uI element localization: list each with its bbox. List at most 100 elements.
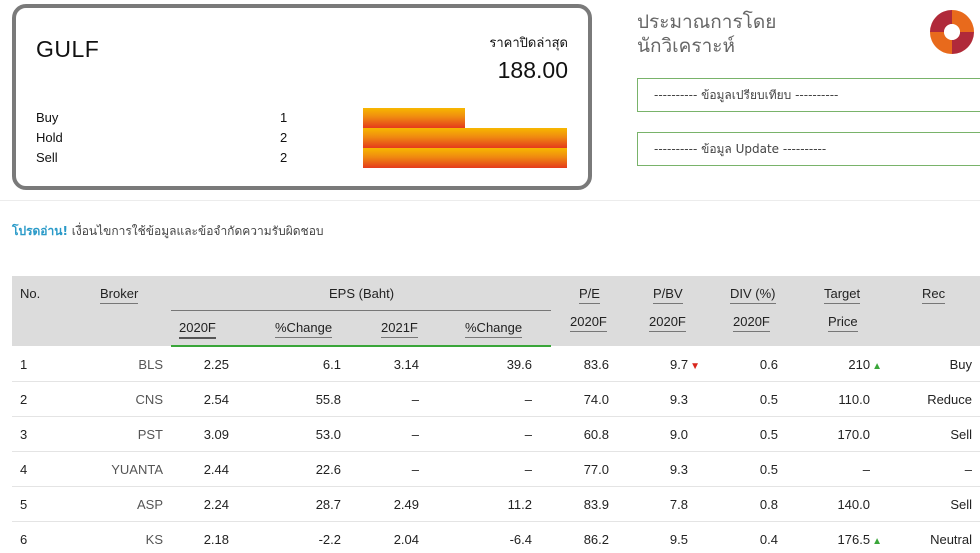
cell-eps2020-value: 2.44 [203, 462, 229, 477]
cell-rec-value: Sell [950, 497, 972, 512]
cell-eps2021-value: 2.49 [393, 497, 419, 512]
cell-eps2021: 2.49 [394, 497, 419, 512]
col-header-broker[interactable]: Broker [100, 286, 139, 304]
cell-eps2020: 2.25 [204, 357, 229, 372]
cell-pe: 83.6 [584, 357, 609, 372]
update-data-link[interactable]: ---------- ข้อมูล Update ---------- [637, 132, 980, 166]
cell-eps2020: 3.09 [204, 427, 229, 442]
cell-eps2020-value: 3.09 [203, 427, 229, 442]
col-header-eps: EPS (Baht) [329, 286, 395, 301]
col-header-eps-2021[interactable]: 2021F [381, 320, 418, 338]
cell-eps2021: – [412, 392, 419, 407]
col-header-target-price: Price [828, 314, 858, 332]
cell-chg2021-value: -6.4 [509, 532, 532, 547]
cell-div-value: 0.5 [759, 427, 778, 442]
vote-count: 2 [280, 130, 288, 145]
cell-target-value: 176.5 [837, 532, 871, 547]
cell-pe-value: 86.2 [583, 532, 609, 547]
col-header-rec[interactable]: Rec [922, 286, 946, 304]
vote-label: Sell [36, 150, 58, 165]
col-header-target[interactable]: Target [824, 286, 861, 304]
stock-symbol: GULF [36, 36, 100, 62]
cell-target: 210 ▲ [848, 357, 882, 372]
cell-target-value: 110.0 [838, 392, 870, 407]
cell-broker[interactable]: PST [138, 427, 163, 442]
table-row: 5 ASP 2.24 28.7 2.49 11.2 83.9 7.8 0.8 140.0 Sell [12, 487, 980, 522]
cell-eps2021-value: 3.14 [393, 357, 419, 372]
cell-div: 0.5 [760, 427, 778, 442]
cell-no-value: 6 [20, 532, 28, 547]
cell-broker[interactable]: ASP [137, 497, 163, 512]
cell-eps2020-value: 2.18 [203, 532, 229, 547]
notice-highlight[interactable]: โปรดอ่าน! [12, 224, 68, 238]
cell-broker[interactable]: BLS [138, 357, 163, 372]
col-header-eps-2020[interactable]: 2020F [179, 320, 216, 339]
col-header-div-year: 2020F [733, 314, 770, 332]
cell-rec: – [965, 462, 972, 477]
cell-pbv-value: 9.7 [670, 357, 689, 372]
cell-target: – [863, 462, 870, 477]
cell-eps2020: 2.44 [204, 462, 229, 477]
consensus-summary-card: GULF ราคาปิดล่าสุด 188.00 Buy 1 Hold 2 S… [12, 4, 592, 190]
table-row: 3 PST 3.09 53.0 – – 60.8 9.0 0.5 170.0 Sell [12, 417, 980, 452]
cell-chg2020-value: 53.0 [315, 427, 341, 442]
cell-broker-value: YUANTA [111, 462, 163, 477]
cell-rec: Sell [950, 427, 972, 442]
cell-target: 110.0 [838, 392, 870, 407]
col-header-no: No. [20, 286, 41, 301]
cell-no: 6 [20, 532, 27, 547]
title-line-1: ประมาณการโดย [637, 11, 777, 33]
cell-broker-value: PST [137, 427, 163, 442]
vote-count: 1 [280, 110, 288, 125]
col-header-pe[interactable]: P/E [579, 286, 600, 304]
close-price-label: ราคาปิดล่าสุด [489, 35, 568, 50]
disclaimer-notice[interactable]: โปรดอ่าน! เงื่อนไขการใช้ข้อมูลและข้อจำกั… [12, 222, 324, 241]
cell-pbv: 9.5 [670, 532, 688, 547]
cell-chg2020-value: -2.2 [318, 532, 341, 547]
cell-pe: 83.9 [584, 497, 609, 512]
cell-pbv: 7.8 [670, 497, 688, 512]
col-header-eps-2021-change[interactable]: %Change [465, 320, 523, 338]
table-row: 6 KS 2.18 -2.2 2.04 -6.4 86.2 9.5 0.4 176.5 ▲ Neutr… [12, 522, 980, 553]
cell-chg2020: 6.1 [323, 357, 341, 372]
col-header-div[interactable]: DIV (%) [730, 286, 776, 304]
cell-eps2020-value: 2.24 [203, 497, 229, 512]
cell-pbv-value: 9.5 [669, 532, 688, 547]
cell-broker[interactable]: YUANTA [111, 462, 163, 477]
cell-target: 170.0 [837, 427, 870, 442]
col-header-eps-2020-change[interactable]: %Change [275, 320, 333, 338]
cell-broker[interactable]: KS [146, 532, 163, 547]
cell-no-value: 1 [20, 357, 28, 372]
cell-div: 0.4 [760, 532, 778, 547]
vote-row-buy: Buy 1 [36, 108, 576, 128]
cell-no: 3 [20, 427, 27, 442]
cell-target-value: – [862, 462, 870, 477]
cell-rec-value: Sell [950, 427, 972, 442]
cell-rec-value: Buy [949, 357, 972, 372]
cell-no: 5 [20, 497, 27, 512]
cell-eps2020: 2.54 [204, 392, 229, 407]
col-header-pbv[interactable]: P/BV [653, 286, 683, 304]
cell-eps2020: 2.18 [204, 532, 229, 547]
notice-text[interactable]: เงื่อนไขการใช้ข้อมูลและข้อจำกัดความรับผิ… [68, 224, 324, 238]
compare-data-link[interactable]: ---------- ข้อมูลเปรียบเทียบ ---------- [637, 78, 980, 112]
cell-pe-value: 74.0 [583, 392, 609, 407]
cell-rec: Buy [950, 357, 972, 372]
cell-pe-value: 83.6 [583, 357, 609, 372]
cell-eps2021-value: – [411, 392, 419, 407]
cell-pe: 74.0 [584, 392, 609, 407]
cell-div: 0.5 [760, 462, 778, 477]
col-header-pe-year: 2020F [570, 314, 607, 332]
cell-target-value: 210 [848, 357, 871, 372]
cell-chg2020: 28.7 [316, 497, 341, 512]
vote-label: Buy [36, 110, 59, 125]
cell-pe-value: 77.0 [583, 462, 609, 477]
cell-eps2020-value: 2.54 [203, 392, 229, 407]
cell-broker[interactable]: CNS [136, 392, 163, 407]
cell-broker-value: ASP [136, 497, 163, 512]
cell-div-value: 0.5 [759, 392, 778, 407]
cell-no: 1 [20, 357, 27, 372]
table-row: 4 YUANTA 2.44 22.6 – – 77.0 9.3 0.5 – – [12, 452, 980, 487]
cell-div: 0.8 [760, 497, 778, 512]
cell-div-value: 0.5 [759, 462, 778, 477]
